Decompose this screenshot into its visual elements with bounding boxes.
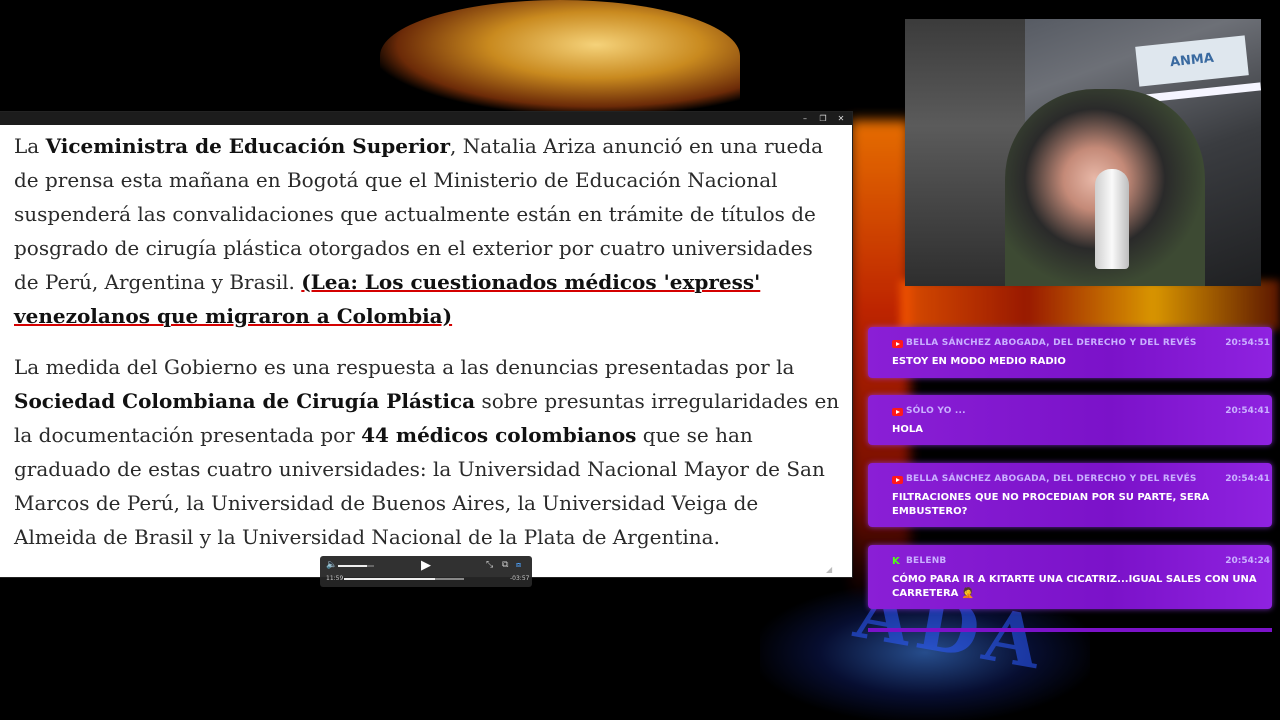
chat-timestamp: 20:54:51 (1225, 338, 1270, 348)
chat-text: Estoy en modo medio radio (892, 356, 1066, 367)
play-icon[interactable]: ▶ (421, 558, 431, 573)
chat-author: Bella Sánchez Abogada, Del Derecho y del… (906, 474, 1197, 484)
live-chat-panel: Bella Sánchez Abogada, Del Derecho y del… (868, 323, 1280, 633)
cc-icon[interactable]: ⧈ (516, 560, 521, 570)
minimize-icon[interactable]: – (798, 113, 812, 124)
seek-progress (344, 578, 436, 580)
microphone (1095, 169, 1129, 269)
remaining-time: -03:57 (510, 575, 530, 582)
article-paragraph-2: La medida del Gobierno es una respuesta … (14, 350, 842, 554)
chat-text: Hola (892, 424, 923, 435)
youtube-icon (892, 476, 903, 484)
chat-timestamp: 20:54:41 (1225, 474, 1270, 484)
volume-slider[interactable] (338, 565, 374, 567)
pip-icon[interactable]: ⧉ (502, 560, 508, 570)
restore-icon[interactable]: ❐ (816, 113, 830, 124)
chat-message: Bella Sánchez Abogada, Del Derecho y del… (868, 327, 1272, 378)
background-wing-graphic (380, 0, 740, 112)
text-run: La (14, 134, 46, 158)
bold-text: Viceministra de Educación Superior (45, 134, 450, 158)
webcam-sign: ANMA (1135, 35, 1249, 87)
chat-text: filtraciones que no procedian por su par… (892, 492, 1210, 517)
media-player-controls: 🔈 ▶ ⤡ ⧉ ⧈ 11:59 -03:57 (320, 556, 532, 587)
chat-bottom-bar (868, 628, 1272, 632)
chat-message: K Belenb 20:54:24 Cómo para ir a kitarte… (868, 545, 1272, 609)
chat-author: Bella Sánchez Abogada, Del Derecho y del… (906, 338, 1197, 348)
article-text: La Viceministra de Educación Superior, N… (14, 129, 842, 571)
bold-text: Sociedad Colombiana de Cirugía Plástica (14, 389, 476, 413)
text-run: La medida del Gobierno es una respuesta … (14, 355, 795, 379)
chat-message: Sólo Yo ... 20:54:41 Hola (868, 395, 1272, 445)
article-paragraph-1: La Viceministra de Educación Superior, N… (14, 129, 842, 333)
document-window: – ❐ ✕ La Viceministra de Educación Super… (0, 112, 852, 577)
bold-text: 44 médicos colombianos (361, 423, 637, 447)
webcam-feed: ANMA (905, 19, 1261, 286)
chat-timestamp: 20:54:41 (1225, 406, 1270, 416)
chat-timestamp: 20:54:24 (1225, 556, 1270, 566)
youtube-icon (892, 408, 903, 416)
current-time: 11:59 (326, 575, 344, 582)
chat-text: Cómo para ir a kitarte una cicatriz...ig… (892, 574, 1257, 599)
chat-author: Sólo Yo ... (906, 406, 966, 416)
close-icon[interactable]: ✕ (834, 113, 848, 124)
window-titlebar[interactable]: – ❐ ✕ (0, 112, 852, 125)
kick-icon: K (892, 556, 900, 567)
seek-bar[interactable] (344, 578, 464, 580)
chat-author: Belenb (906, 556, 947, 566)
resize-grip-icon[interactable]: ◢ (826, 565, 840, 574)
volume-icon[interactable]: 🔈 (326, 560, 337, 570)
chat-message: Bella Sánchez Abogada, Del Derecho y del… (868, 463, 1272, 527)
youtube-icon (892, 340, 903, 348)
shrink-icon[interactable]: ⤡ (486, 560, 493, 570)
